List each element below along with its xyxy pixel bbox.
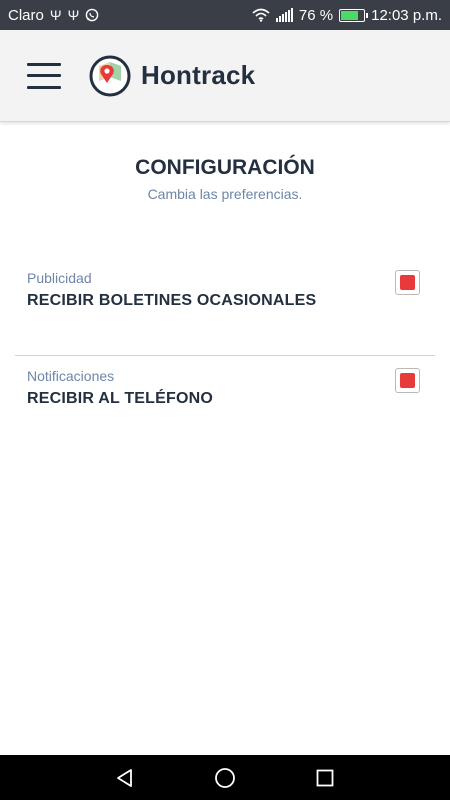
setting-category: Publicidad bbox=[27, 270, 92, 286]
app-brand-name: Hontrack bbox=[141, 60, 256, 90]
setting-label: RECIBIR AL TELÉFONO bbox=[27, 390, 214, 407]
newsletter-checkbox[interactable] bbox=[395, 270, 420, 295]
settings-list: Publicidad RECIBIR BOLETINES OCASIONALES… bbox=[0, 258, 450, 453]
carrier-label: Claro bbox=[8, 6, 44, 24]
phone-notifications-checkbox[interactable] bbox=[395, 368, 420, 393]
page-title: CONFIGURACIÓN bbox=[135, 156, 315, 179]
setting-category: Notificaciones bbox=[27, 368, 115, 384]
back-triangle-icon bbox=[117, 768, 132, 787]
battery-percent: 76 % bbox=[298, 6, 334, 24]
setting-newsletter[interactable]: Publicidad RECIBIR BOLETINES OCASIONALES bbox=[0, 258, 450, 355]
menu-line bbox=[27, 74, 61, 77]
settings-page: CONFIGURACIÓN Cambia las preferencias. P… bbox=[0, 122, 450, 453]
usb-icon: Ψ bbox=[67, 7, 80, 23]
battery-icon bbox=[339, 8, 369, 22]
checkbox-checked-mark bbox=[400, 275, 415, 290]
home-button[interactable] bbox=[214, 767, 236, 789]
system-nav-bar bbox=[0, 755, 450, 800]
hamburger-menu-button[interactable] bbox=[27, 62, 61, 89]
status-bar: Claro Ψ Ψ 76 % 12:03 p.m. bbox=[0, 0, 450, 30]
app-header: Hontrack bbox=[0, 30, 450, 122]
setting-phone-notifications[interactable]: Notificaciones RECIBIR AL TELÉFONO bbox=[0, 356, 450, 453]
back-button[interactable] bbox=[114, 767, 136, 789]
status-left: Claro Ψ Ψ bbox=[8, 7, 99, 24]
clock: 12:03 p.m. bbox=[371, 6, 442, 24]
signal-icon bbox=[275, 8, 293, 22]
home-circle-icon bbox=[215, 767, 235, 788]
hontrack-logo-icon bbox=[89, 55, 131, 96]
usb-icon: Ψ bbox=[49, 7, 62, 23]
menu-line bbox=[27, 62, 61, 66]
wifi-icon bbox=[252, 8, 270, 22]
recents-button[interactable] bbox=[314, 767, 336, 789]
setting-label: RECIBIR BOLETINES OCASIONALES bbox=[27, 292, 317, 309]
menu-line bbox=[27, 85, 61, 89]
status-right: 76 % 12:03 p.m. bbox=[252, 7, 442, 24]
recents-square-icon bbox=[316, 769, 334, 786]
page-subtitle: Cambia las preferencias. bbox=[147, 186, 303, 202]
whatsapp-icon bbox=[85, 8, 99, 22]
checkbox-checked-mark bbox=[400, 373, 415, 388]
